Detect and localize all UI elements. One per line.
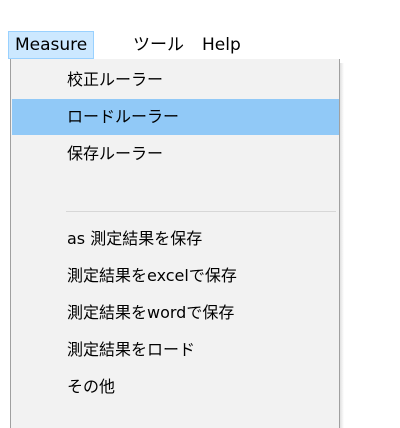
- menu-item-save-ruler[interactable]: 保存ルーラー: [12, 136, 339, 172]
- menu-separator: [66, 211, 336, 212]
- menu-item-other[interactable]: その他: [12, 369, 339, 405]
- menu-item-save-results-as[interactable]: as 測定結果を保存: [12, 221, 339, 257]
- menu-item-calibrate-ruler[interactable]: 校正ルーラー: [12, 62, 339, 98]
- menu-item-save-results-excel[interactable]: 測定結果をexcelで保存: [12, 258, 339, 294]
- app-window: Measure ツール Help 校正ルーラー ロードルーラー 保存ルーラー a…: [0, 0, 400, 428]
- menu-item-load-results[interactable]: 測定結果をロード: [12, 332, 339, 368]
- menu-item-load-ruler[interactable]: ロードルーラー: [12, 99, 339, 135]
- menu-tools[interactable]: ツール: [127, 31, 190, 59]
- dropdown-shadow: [340, 63, 344, 428]
- menu-measure[interactable]: Measure: [8, 31, 95, 59]
- measure-dropdown-menu: 校正ルーラー ロードルーラー 保存ルーラー as 測定結果を保存 測定結果をex…: [10, 59, 340, 428]
- menu-item-save-results-word[interactable]: 測定結果をwordで保存: [12, 295, 339, 331]
- menu-help[interactable]: Help: [196, 31, 247, 59]
